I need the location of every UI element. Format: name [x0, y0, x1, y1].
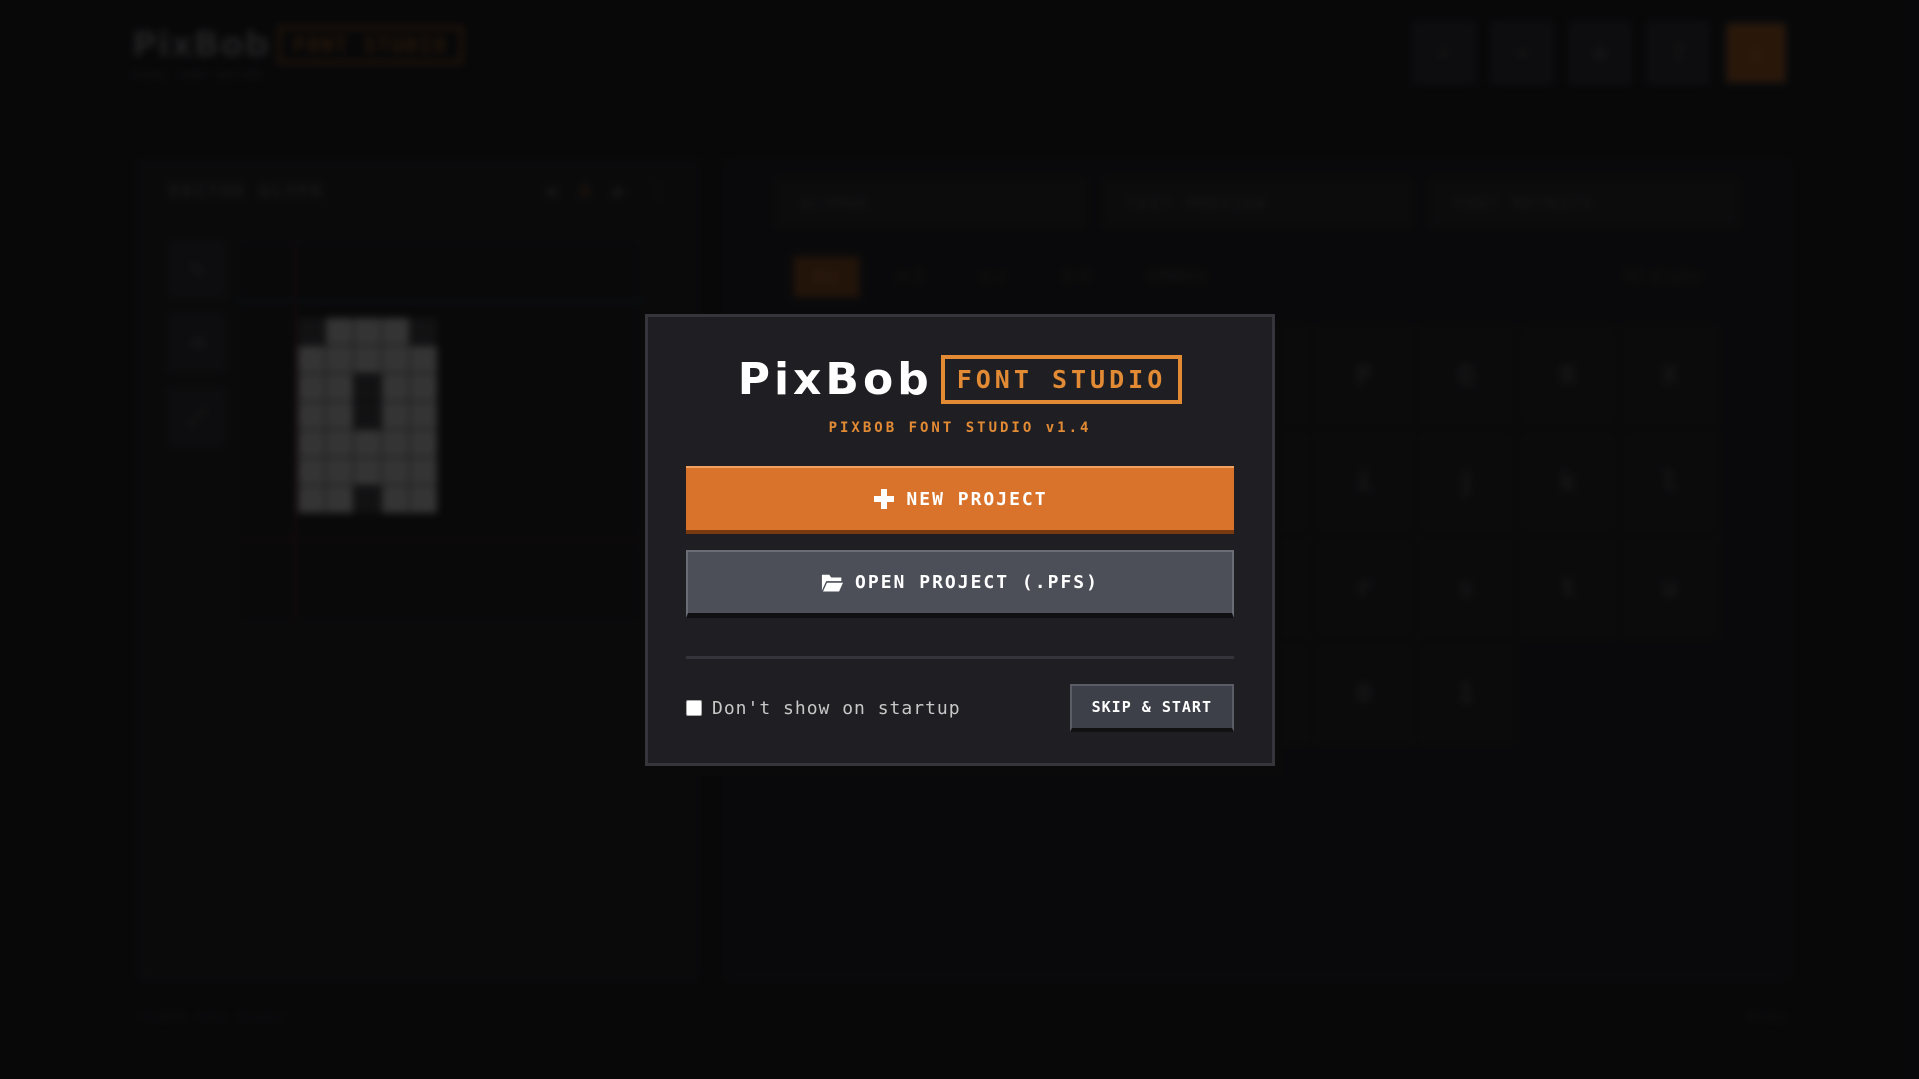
logo-tag: FONT STUDIO — [940, 355, 1183, 404]
dont-show-label: Don't show on startup — [712, 697, 961, 719]
dialog-footer: Don't show on startup SKIP & START — [686, 682, 1234, 734]
logo: PixBob FONT STUDIO — [648, 355, 1272, 404]
version-label: PIXBOB FONT STUDIO v1.4 — [828, 420, 1092, 436]
dont-show-option[interactable]: Don't show on startup — [686, 698, 961, 719]
plus-icon — [872, 487, 896, 511]
open-project-button[interactable]: OPEN PROJECT (.PFS) — [686, 550, 1234, 618]
logo-word: PixBob — [737, 353, 933, 405]
new-project-button[interactable]: NEW PROJECT — [686, 466, 1234, 534]
divider — [686, 656, 1234, 659]
dont-show-checkbox[interactable] — [686, 700, 702, 716]
startup-dialog: PixBob FONT STUDIO PIXBOB FONT STUDIO v1… — [645, 314, 1275, 766]
open-project-label: OPEN PROJECT (.PFS) — [855, 572, 1099, 593]
folder-open-icon — [821, 571, 846, 595]
new-project-label: NEW PROJECT — [906, 488, 1048, 510]
skip-and-start-button[interactable]: SKIP & START — [1069, 684, 1234, 732]
